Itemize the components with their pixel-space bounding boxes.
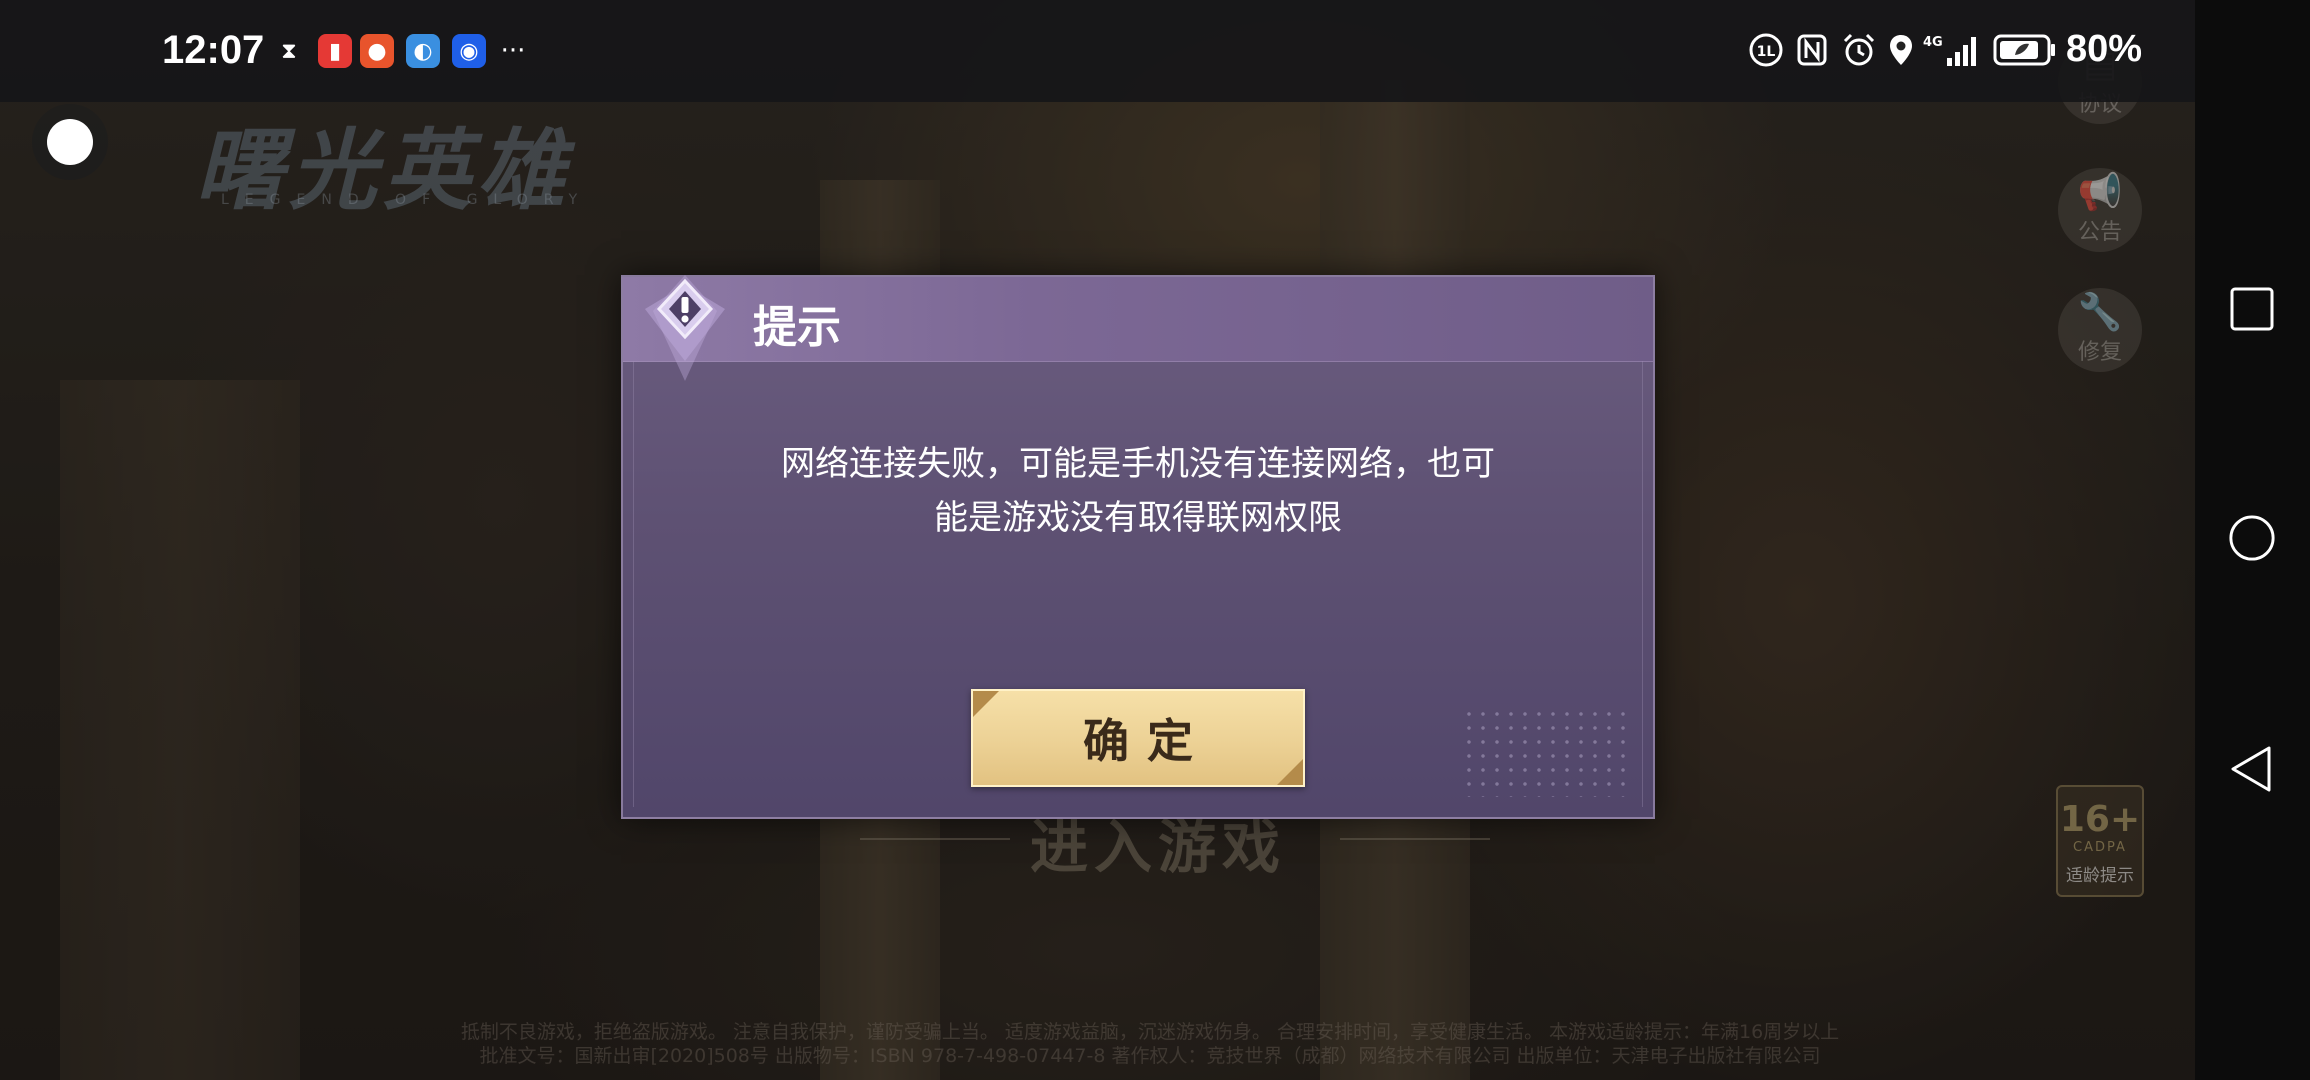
button-corner-decoration <box>1277 759 1303 785</box>
wrench-icon: 🔧 <box>2077 292 2123 333</box>
more-notifications-icon: ··· <box>500 36 526 66</box>
signal-icon: 4G <box>1922 30 1984 70</box>
game-app-icon: ● <box>360 34 394 68</box>
recent-apps-button[interactable] <box>2228 285 2276 333</box>
warning-icon <box>645 275 725 381</box>
svg-text:1L: 1L <box>1757 44 1776 60</box>
back-triangle-icon <box>2231 746 2271 792</box>
back-button[interactable] <box>2228 745 2276 793</box>
game-logo: 曙光英雄 LEGEND OF GLORY <box>195 100 675 222</box>
alarm-icon <box>1840 30 1878 70</box>
game-logo-subtitle: LEGEND OF GLORY <box>221 192 594 208</box>
network-error-dialog: 提示 网络连接失败，可能是手机没有连接网络，也可 能是游戏没有取得联网权限 确定 <box>621 275 1655 819</box>
screen: 曙光英雄 LEGEND OF GLORY 进入游戏 ▤ 协议 📢 公告 🔧 修复… <box>0 0 2310 1080</box>
age-rating-org: CADPA <box>2073 840 2127 855</box>
nfc-icon <box>1794 30 1830 70</box>
enter-game-decoration-right <box>1340 838 1490 840</box>
battery-percentage: 80% <box>2066 28 2143 70</box>
hd-call-icon: 1L <box>1746 30 1786 70</box>
dialog-message-line: 能是游戏没有取得联网权限 <box>934 498 1342 538</box>
enter-game-decoration-left <box>860 838 1010 840</box>
square-icon <box>2230 287 2274 331</box>
bulb-app-icon: ◉ <box>452 34 486 68</box>
button-corner-decoration <box>973 691 999 717</box>
megaphone-icon: 📢 <box>2077 172 2123 213</box>
disclaimer-line: 批准文号：国新出审[2020]508号 出版物号：ISBN 978-7-498-… <box>479 1045 1821 1067</box>
battery-icon <box>1992 30 2058 70</box>
browser-app-icon: ◐ <box>406 34 440 68</box>
confirm-button-label: 确定 <box>1083 714 1211 768</box>
book-app-icon: ▮ <box>318 34 352 68</box>
confirm-button[interactable]: 确定 <box>971 689 1305 787</box>
clock: 12:07 <box>162 28 265 72</box>
dialog-dot-pattern <box>1462 707 1632 797</box>
age-rating-badge[interactable]: 16+ CADPA 适龄提示 <box>2056 785 2144 897</box>
location-icon <box>1886 30 1916 70</box>
announcement-label: 公告 <box>2077 220 2122 245</box>
floating-ball-dot <box>47 119 93 165</box>
disclaimer-line: 抵制不良游戏，拒绝盗版游戏。 注意自我保护，谨防受骗上当。 适度游戏益脑，沉迷游… <box>460 1021 1840 1043</box>
floating-assistant-ball[interactable] <box>32 104 108 180</box>
announcement-button[interactable]: 📢 公告 <box>2058 168 2142 252</box>
circle-icon <box>2229 515 2275 561</box>
repair-label: 修复 <box>2077 340 2122 365</box>
svg-text:4G: 4G <box>1923 35 1943 50</box>
status-bar: 12:07 ⧗ ▮ ● ◐ ◉ ··· 1L 4G 80% <box>0 0 2195 102</box>
dialog-message-line: 网络连接失败，可能是手机没有连接网络，也可 <box>781 444 1495 484</box>
legal-disclaimer: 抵制不良游戏，拒绝盗版游戏。 注意自我保护，谨防受骗上当。 适度游戏益脑，沉迷游… <box>360 1020 1940 1068</box>
hourglass-icon: ⧗ <box>281 38 297 64</box>
age-rating-number: 16+ <box>2059 799 2141 840</box>
home-button[interactable] <box>2228 514 2276 562</box>
repair-button[interactable]: 🔧 修复 <box>2058 288 2142 372</box>
dialog-title: 提示 <box>753 302 841 353</box>
age-rating-label: 适龄提示 <box>2066 866 2134 886</box>
dialog-message: 网络连接失败，可能是手机没有连接网络，也可 能是游戏没有取得联网权限 <box>743 437 1533 545</box>
